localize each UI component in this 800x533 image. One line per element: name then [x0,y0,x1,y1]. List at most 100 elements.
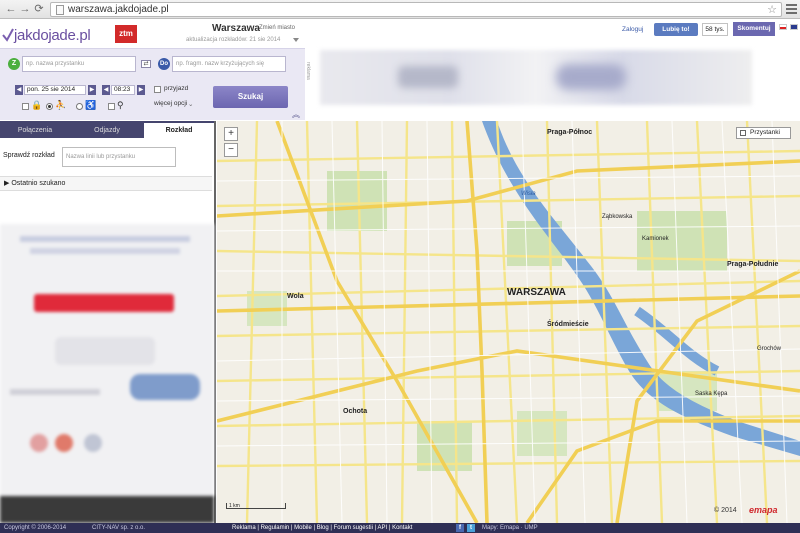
login-link[interactable]: Zaloguj [622,26,643,33]
comment-button[interactable]: Skomentuj [733,22,775,36]
person-icon: ♿ [85,100,96,111]
expand-arrow-icon: ▶ [4,180,9,187]
date-field[interactable]: pon. 25 sie 2014 [24,85,86,95]
map-label-kamionek: Kamionek [642,236,669,242]
next-time-icon[interactable]: ▶ [137,85,145,95]
timetable-updated: aktualizacja rozkładów: 21 sie 2014 [186,37,280,43]
tab-departures[interactable]: Odjazdy [72,123,142,138]
map-view[interactable]: WARSZAWA Praga-Północ Praga-Południe Śró… [217,121,800,523]
footer-links[interactable]: Reklama | Regulamin | Mobile | Blog | Fo… [232,523,412,533]
tab-connections[interactable]: Połączenia [0,123,70,138]
logo-check-icon [2,28,14,42]
from-input[interactable]: np. nazwa przystanku [22,56,136,72]
stops-checkbox[interactable] [740,130,746,136]
english-flag-icon[interactable] [790,24,798,30]
ad-text-line [30,248,180,254]
facebook-icon[interactable]: f [456,524,464,532]
recent-label: Ostatnio szukano [11,180,65,187]
change-city-link[interactable]: Zmień miasto [259,25,295,31]
arrival-label: przyjazd [164,85,188,92]
map-label-grochow: Grochów [757,346,781,352]
walking-radio[interactable] [46,103,53,110]
zoom-out-button[interactable]: − [224,143,238,157]
map-label-zabkowska: Ząbkowska [602,214,632,220]
search-button[interactable]: Szukaj [213,86,288,108]
from-badge: Z [8,58,20,70]
check-timetable-label: Sprawdź rozkład [3,152,55,159]
site-footer: Copyright © 2006-2014 CITY-NAV sp. z o.o… [0,523,800,533]
ad-text-line [10,389,100,395]
map-label-saska-kepa: Saska Kępa [695,391,727,397]
top-ad-banner[interactable] [320,50,752,105]
reload-icon[interactable]: ⟳ [33,3,45,15]
emapa-logo[interactable]: emapa [749,505,778,515]
prev-day-icon[interactable]: ◀ [15,85,23,95]
ad-graphic [55,434,73,452]
ad-graphic [30,434,48,452]
next-day-icon[interactable]: ▶ [88,85,96,95]
street-grid [217,121,800,523]
map-label-ochota: Ochota [343,408,367,415]
line-search-input[interactable]: Nazwa linii lub przystanku [62,147,176,167]
left-panel: Połączenia Odjazdy Rozkład Sprawdź rozkł… [0,121,216,523]
lock-icon: 🔒 [31,100,42,111]
facebook-like-button[interactable]: Lubię to! [654,23,698,36]
arrival-checkbox[interactable] [154,86,161,93]
ad-graphic [556,64,626,90]
to-input[interactable]: np. fragm. nazw krzyżujących się [172,56,286,72]
address-bar[interactable]: warszawa.jakdojade.pl ☆ [50,2,782,17]
map-scale: 1 km [226,503,286,509]
ad-graphic [84,434,102,452]
browser-menu-icon[interactable] [786,4,797,14]
map-label-city: WARSZAWA [507,287,566,298]
map-label-praga-polnoc: Praga-Północ [547,129,592,136]
footer-map-sources[interactable]: Emapa · UMP [500,523,538,533]
like-label: Lubię to! [662,26,689,33]
bike-checkbox[interactable] [108,103,115,110]
back-icon[interactable]: ← [5,3,17,15]
forward-icon[interactable]: → [19,3,31,15]
like-count: 58 tys. [702,23,728,36]
swap-icon[interactable]: ⇄ [141,60,151,68]
jakdojade-logo[interactable]: jakdojade.pl [2,27,90,44]
footer-maps-label: Mapy: [482,523,498,533]
wheelchair-checkbox[interactable] [22,103,29,110]
bookmark-star-icon[interactable]: ☆ [767,3,777,16]
ad-red-button [34,294,174,312]
more-options-chevron-icon[interactable]: ⌄ [188,100,193,108]
map-label-wisla: Wisła [521,191,536,197]
ad-footer-bar [0,496,214,523]
zoom-in-button[interactable]: + [224,127,238,141]
polish-flag-icon[interactable] [779,24,787,30]
stops-label: Przystanki [750,129,780,136]
footer-copyright: Copyright © 2006-2014 [4,523,66,533]
sidebar-ad[interactable] [0,224,214,523]
transfer-radio[interactable] [76,103,83,110]
ad-graphic [55,337,155,365]
time-field[interactable]: 08:23 [111,85,135,95]
page-icon [56,5,64,15]
footer-company[interactable]: CITY-NAV sp. z o.o. [92,523,145,533]
walker-icon: ⛹ [55,100,66,111]
collapse-icon[interactable]: ︽ [292,109,300,120]
ad-text-line [20,236,190,242]
recent-searches[interactable]: ▶ Ostatnio szukano [0,176,212,191]
to-badge: Do [158,58,170,70]
map-label-wola: Wola [287,293,304,300]
dropdown-arrow-icon[interactable] [293,38,299,42]
ad-label: reklama [305,62,311,80]
browser-toolbar: ← → ⟳ warszawa.jakdojade.pl ☆ [0,0,800,19]
map-copyright: © 2014 [714,507,737,514]
url-text[interactable]: warszawa.jakdojade.pl [68,4,169,15]
tab-timetable[interactable]: Rozkład [144,123,214,138]
more-options-link[interactable]: więcej opcji [154,100,187,107]
ztm-logo[interactable]: ztm [115,25,137,43]
prev-time-icon[interactable]: ◀ [102,85,110,95]
twitter-icon[interactable]: t [467,524,475,532]
panel-tabs: Połączenia Odjazdy Rozkład [0,121,214,138]
stops-toggle[interactable]: Przystanki [736,127,791,139]
map-canvas[interactable] [217,121,800,523]
map-label-srodmiescie: Śródmieście [547,321,589,328]
ad-graphic [130,374,200,400]
city-name: Warszawa [212,23,260,34]
